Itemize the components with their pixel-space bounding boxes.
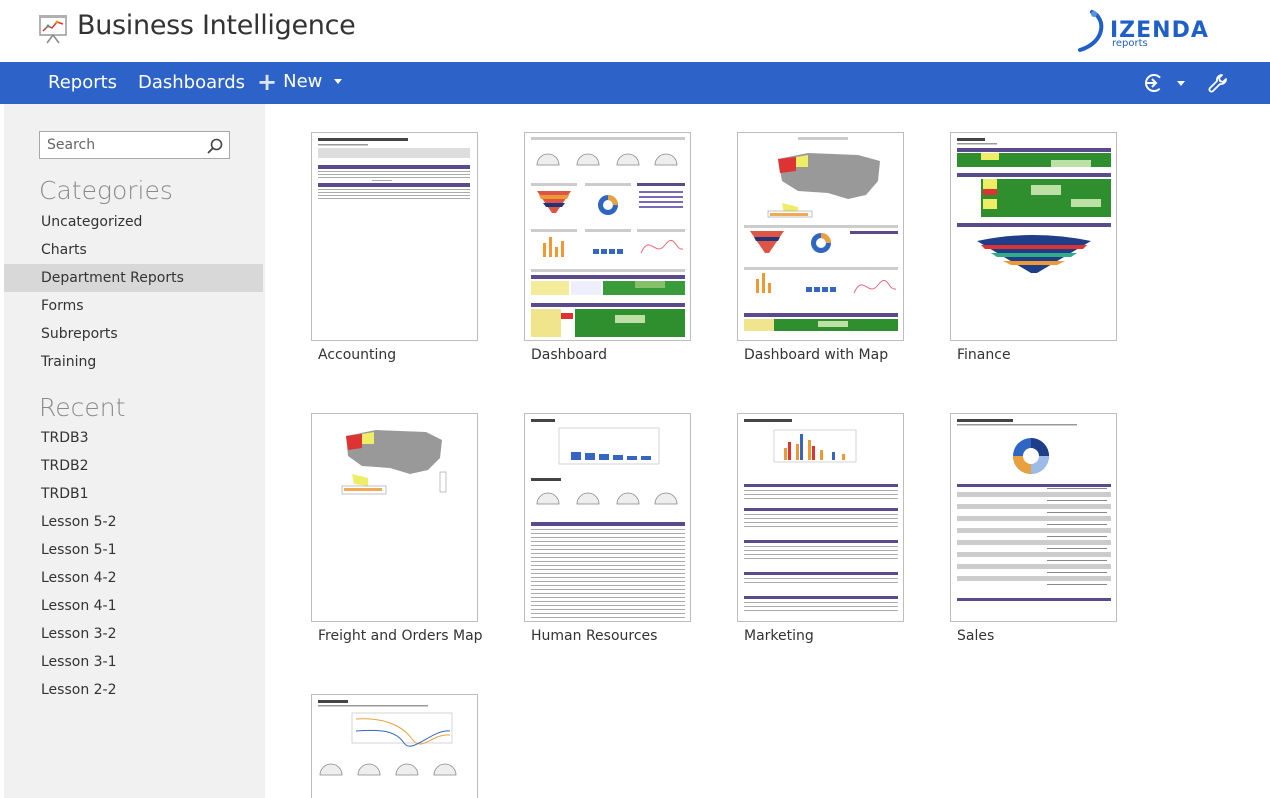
app-window: Business Intelligence IZENDA reports Rep… xyxy=(0,0,1270,798)
search-box xyxy=(39,131,230,159)
app-title: Business Intelligence xyxy=(77,10,356,41)
brand-sub: reports xyxy=(1112,38,1148,49)
nav-new-menu[interactable]: + New xyxy=(257,67,343,96)
report-label: Sales xyxy=(957,628,995,644)
nav-dashboards[interactable]: Dashboards xyxy=(138,72,245,93)
category-department-reports[interactable]: Department Reports xyxy=(4,264,263,292)
report-thumbnail xyxy=(737,413,904,622)
report-grid: Accounting Dashboard Dashboard with Map … xyxy=(265,104,1270,798)
brand-swoosh-icon xyxy=(1078,10,1104,52)
report-thumbnail xyxy=(737,132,904,341)
recent-item[interactable]: TRDB1 xyxy=(4,480,263,508)
recent-item[interactable]: Lesson 5-2 xyxy=(4,508,263,536)
categories-heading: Categories xyxy=(39,176,173,205)
report-label: Freight and Orders Map xyxy=(318,628,483,644)
report-thumbnail xyxy=(950,132,1117,341)
report-label: Dashboard xyxy=(531,347,607,363)
report-label: Finance xyxy=(957,347,1011,363)
report-label: Human Resources xyxy=(531,628,658,644)
plus-icon: + xyxy=(257,67,278,96)
search-icon[interactable] xyxy=(206,137,224,155)
recent-item[interactable]: Lesson 4-1 xyxy=(4,592,263,620)
report-thumbnail xyxy=(311,132,478,341)
report-thumbnail xyxy=(524,132,691,341)
recent-item[interactable]: TRDB2 xyxy=(4,452,263,480)
report-thumbnail xyxy=(950,413,1117,622)
search-input[interactable] xyxy=(47,135,202,155)
report-label: Dashboard with Map xyxy=(744,347,889,363)
presentation-board-icon xyxy=(39,15,67,44)
recent-item[interactable]: Lesson 4-2 xyxy=(4,564,263,592)
report-label: Accounting xyxy=(318,347,397,363)
recent-item[interactable]: Lesson 2-2 xyxy=(4,676,263,704)
nav-new-label: New xyxy=(283,71,323,92)
recent-item[interactable]: TRDB3 xyxy=(4,424,263,452)
report-thumbnail xyxy=(311,413,478,622)
category-forms[interactable]: Forms xyxy=(4,292,263,320)
chevron-down-icon xyxy=(334,79,343,84)
recent-heading: Recent xyxy=(39,393,126,422)
main-nav: Reports Dashboards + New xyxy=(0,62,1270,104)
recent-item[interactable]: Lesson 3-1 xyxy=(4,648,263,676)
report-thumbnail xyxy=(311,694,478,798)
login-menu[interactable] xyxy=(1143,72,1185,94)
category-subreports[interactable]: Subreports xyxy=(4,320,263,348)
login-icon xyxy=(1145,74,1163,92)
chevron-down-icon xyxy=(1177,80,1185,86)
wrench-icon[interactable] xyxy=(1208,73,1228,93)
category-uncategorized[interactable]: Uncategorized xyxy=(4,208,263,236)
recent-item[interactable]: Lesson 3-2 xyxy=(4,620,263,648)
recent-item[interactable]: Lesson 5-1 xyxy=(4,536,263,564)
nav-reports[interactable]: Reports xyxy=(48,72,117,93)
report-thumbnail xyxy=(524,413,691,622)
category-training[interactable]: Training xyxy=(4,348,263,376)
report-label: Marketing xyxy=(744,628,814,644)
sidebar: Categories Uncategorized Charts Departme… xyxy=(4,104,265,798)
category-charts[interactable]: Charts xyxy=(4,236,263,264)
app-header: Business Intelligence IZENDA reports xyxy=(0,0,1270,62)
brand-logo: IZENDA reports xyxy=(1072,8,1234,54)
